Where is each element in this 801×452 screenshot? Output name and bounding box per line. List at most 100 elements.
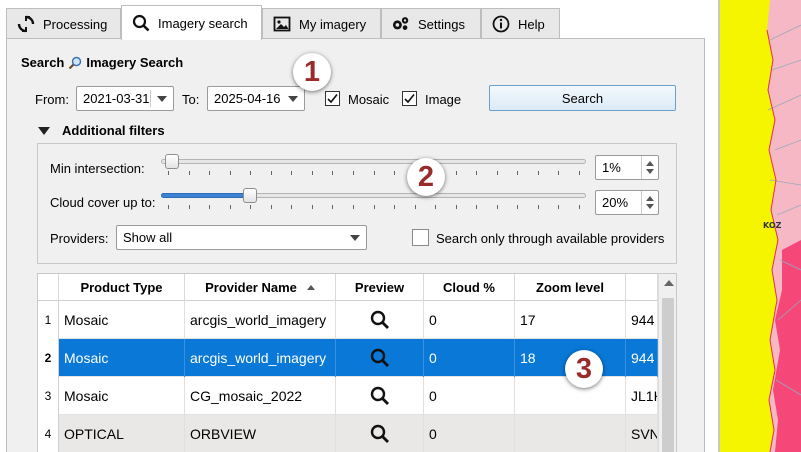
cloud-cover-slider[interactable]: [161, 188, 586, 210]
table-row[interactable]: 4 OPTICAL ORBVIEW 0 SVN: [38, 415, 658, 452]
tab-label: Imagery search: [158, 15, 248, 31]
to-date-field[interactable]: 2025-04-16: [207, 86, 305, 111]
cell-cloud: 0: [424, 339, 515, 377]
check-icon: [404, 94, 415, 104]
mosaic-checkbox[interactable]: [325, 91, 340, 106]
callout-badge-2: 2: [407, 158, 445, 196]
cloud-cover-label: Cloud cover up to:: [50, 195, 156, 210]
map-canvas[interactable]: KOZ: [720, 0, 801, 452]
only-available-providers-checkbox[interactable]: [412, 229, 429, 246]
to-date-value: 2025-04-16: [214, 91, 281, 106]
tab-settings[interactable]: Settings: [381, 8, 481, 39]
min-intersection-spinbox[interactable]: 1%: [595, 155, 659, 180]
spin-down-icon[interactable]: [646, 169, 654, 175]
column-header-extra[interactable]: [626, 274, 658, 301]
cell-product-type: Mosaic: [59, 301, 185, 339]
min-intersection-slider[interactable]: [161, 154, 586, 176]
cell-preview[interactable]: [336, 339, 424, 377]
cell-cloud: 0: [424, 301, 515, 339]
cell-extra: 944: [626, 339, 658, 377]
providers-dropdown[interactable]: Show all: [116, 225, 367, 250]
row-number[interactable]: 1: [38, 301, 59, 339]
heading-title: Imagery Search: [86, 55, 184, 70]
providers-label: Providers:: [50, 231, 109, 246]
cell-product-type: OPTICAL: [59, 415, 185, 452]
callout-badge-3: 3: [565, 350, 603, 388]
cell-preview[interactable]: [336, 377, 424, 415]
sort-ascending-icon: [306, 285, 315, 290]
from-date-field[interactable]: 2021-03-31: [76, 86, 174, 111]
image-label: Image: [425, 92, 462, 107]
section-heading: Search Imagery Search: [21, 55, 183, 70]
cell-provider-name: arcgis_world_imagery: [185, 301, 336, 339]
column-header-cloud[interactable]: Cloud %: [424, 274, 515, 301]
slider-handle[interactable]: [243, 188, 257, 203]
chevron-down-icon[interactable]: [151, 87, 173, 110]
column-header-provider-name[interactable]: Provider Name: [185, 274, 336, 301]
tab-my-imagery[interactable]: My imagery: [262, 8, 381, 39]
cell-extra: SVN: [626, 415, 658, 452]
min-intersection-label: Min intersection:: [50, 161, 145, 176]
search-button[interactable]: Search: [489, 85, 676, 111]
tab-help[interactable]: Help: [481, 8, 560, 39]
map-place-label: KOZ: [763, 221, 782, 230]
cloud-cover-spinbox[interactable]: 20%: [595, 190, 659, 215]
cell-provider-name: CG_mosaic_2022: [185, 377, 336, 415]
slider-handle[interactable]: [165, 154, 179, 169]
preview-search-icon[interactable]: [370, 310, 390, 330]
search-icon: [132, 14, 150, 32]
preview-search-icon[interactable]: [370, 348, 390, 368]
tab-label: Processing: [43, 16, 108, 32]
spin-down-icon[interactable]: [646, 204, 654, 210]
heading-prefix: Search: [21, 55, 65, 70]
info-icon: [492, 15, 510, 33]
callout-badge-1: 1: [293, 53, 331, 91]
additional-filters-toggle[interactable]: Additional filters: [38, 123, 165, 138]
scroll-up-icon[interactable]: [664, 280, 674, 286]
expand-triangle-icon[interactable]: [38, 126, 50, 135]
cell-extra: JL1K: [626, 377, 658, 415]
tab-label: Help: [518, 16, 545, 32]
cell-preview[interactable]: [336, 415, 424, 452]
cell-product-type: Mosaic: [59, 377, 185, 415]
tab-imagery-search[interactable]: Imagery search: [121, 5, 262, 40]
min-intersection-value: 1%: [602, 160, 621, 175]
row-number[interactable]: 4: [38, 415, 59, 452]
tab-bar: Processing Imagery search My imagery Set…: [6, 5, 716, 40]
additional-filters-label: Additional filters: [62, 123, 165, 138]
image-checkbox[interactable]: [402, 91, 417, 106]
cell-zoom-level: [515, 415, 626, 452]
chevron-down-icon[interactable]: [344, 226, 366, 249]
tab-label: My imagery: [299, 16, 367, 32]
cell-provider-name: arcgis_world_imagery: [185, 339, 336, 377]
table-scrollbar[interactable]: [658, 274, 676, 452]
cell-cloud: 0: [424, 415, 515, 452]
spin-up-icon[interactable]: [646, 160, 654, 166]
column-header-zoom-level[interactable]: Zoom level: [515, 274, 626, 301]
cell-zoom-level: 17: [515, 301, 626, 339]
image-icon: [273, 15, 291, 33]
table-row[interactable]: 1 Mosaic arcgis_world_imagery 0 17 944: [38, 301, 658, 339]
preview-search-icon[interactable]: [370, 424, 390, 444]
table-row[interactable]: 3MosaicCG_mosaic_2022 0 JL1K: [38, 377, 658, 415]
from-date-value: 2021-03-31: [83, 91, 150, 106]
magnifier-icon: [68, 56, 82, 70]
cell-extra: 944: [626, 301, 658, 339]
from-label: From:: [35, 92, 69, 107]
column-header-preview[interactable]: Preview: [336, 274, 424, 301]
check-icon: [327, 94, 338, 104]
cell-preview[interactable]: [336, 301, 424, 339]
gear-icon: [392, 15, 410, 33]
to-label: To:: [182, 92, 200, 107]
spin-up-icon[interactable]: [646, 195, 654, 201]
scrollbar-thumb[interactable]: [662, 298, 674, 452]
cloud-cover-value: 20%: [602, 195, 629, 210]
row-number[interactable]: 3: [38, 377, 59, 415]
cell-provider-name: ORBVIEW: [185, 415, 336, 452]
column-header-product-type[interactable]: Product Type: [59, 274, 185, 301]
tab-processing[interactable]: Processing: [6, 8, 121, 39]
tab-label: Settings: [418, 16, 465, 32]
row-number[interactable]: 2: [38, 339, 59, 377]
preview-search-icon[interactable]: [370, 386, 390, 406]
chevron-down-icon[interactable]: [282, 87, 304, 110]
